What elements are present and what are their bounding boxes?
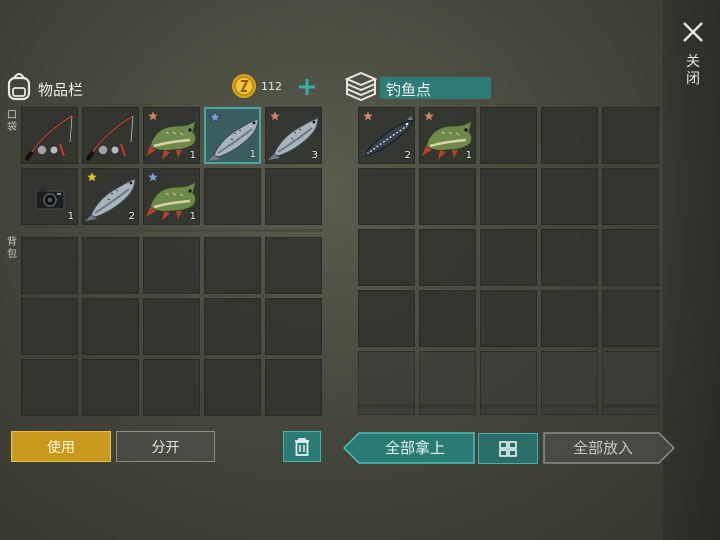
fishing-spot-slot[interactable] xyxy=(358,351,415,408)
bronze-star-icon xyxy=(362,110,374,122)
pocket-slot[interactable]: 1 xyxy=(204,107,261,164)
backpack-slot[interactable] xyxy=(143,298,200,355)
fishing-spot-slot xyxy=(419,405,476,415)
fishing-spot-slot[interactable]: 1 xyxy=(419,107,476,164)
fishing-spot-slot[interactable] xyxy=(541,229,598,286)
pocket-label: 口袋 xyxy=(7,110,17,133)
item-count: 1 xyxy=(67,211,74,222)
coin-count: 112 xyxy=(261,80,282,93)
backpack-slot[interactable] xyxy=(204,298,261,355)
pocket-slot[interactable] xyxy=(204,168,261,225)
fishing-spot-slot[interactable] xyxy=(602,229,659,286)
split-button[interactable]: 分开 xyxy=(116,431,215,462)
pocket-divider xyxy=(20,229,322,232)
backpack-label: 背包 xyxy=(7,237,17,260)
backpack-slot[interactable] xyxy=(265,359,322,416)
close-icon[interactable] xyxy=(681,20,705,44)
fishing-spot-slot[interactable] xyxy=(358,290,415,347)
blue-star-icon xyxy=(147,171,159,183)
fishing-spot-slot[interactable]: 2 xyxy=(358,107,415,164)
fishing-spot-slot[interactable] xyxy=(541,351,598,408)
backpack-slot[interactable] xyxy=(82,359,139,416)
delete-button[interactable] xyxy=(283,431,321,462)
fishing-spot-slot[interactable] xyxy=(480,229,537,286)
fishing-spot-slot[interactable] xyxy=(480,107,537,164)
fishing-spot-slot[interactable] xyxy=(541,107,598,164)
fishing-spot-slot[interactable] xyxy=(358,229,415,286)
use-button[interactable]: 使用 xyxy=(11,431,111,462)
put-all-button[interactable]: 全部放入 xyxy=(544,432,662,463)
fishing-spot-slot[interactable] xyxy=(358,168,415,225)
backpack-slot[interactable] xyxy=(21,237,78,294)
backpack-slot[interactable] xyxy=(21,298,78,355)
fishing-spot-slot[interactable] xyxy=(602,168,659,225)
backpack-slot[interactable] xyxy=(265,298,322,355)
gold-star-icon xyxy=(86,171,98,183)
sort-button[interactable] xyxy=(478,433,538,464)
backpack-slot[interactable] xyxy=(82,298,139,355)
inventory-title: 物品栏 xyxy=(38,81,84,99)
backpack-slot[interactable] xyxy=(143,359,200,416)
fishing-spot-slot[interactable] xyxy=(541,290,598,347)
fishing-spot-slot[interactable] xyxy=(419,229,476,286)
fishing-spot-slot xyxy=(602,405,659,415)
pocket-slot[interactable]: 3 xyxy=(265,107,322,164)
item-count: 2 xyxy=(404,150,411,161)
bronze-star-icon xyxy=(269,110,281,122)
pocket-slot[interactable]: 1 xyxy=(143,107,200,164)
fishing-rod-icon xyxy=(24,114,73,162)
pocket-slot[interactable]: 2 xyxy=(82,168,139,225)
add-coins-icon[interactable] xyxy=(298,78,316,96)
fishing-spot-title: 钓鱼点 xyxy=(386,81,432,99)
pocket-slot[interactable] xyxy=(265,168,322,225)
bronze-star-icon xyxy=(423,110,435,122)
close-label[interactable]: 关闭 xyxy=(684,54,702,88)
backpack-slot[interactable] xyxy=(21,359,78,416)
backpack-slot[interactable] xyxy=(204,237,261,294)
take-all-button[interactable]: 全部拿上 xyxy=(356,432,474,463)
coin-icon xyxy=(232,74,256,98)
fishing-spot-slot[interactable] xyxy=(480,351,537,408)
grid-icon xyxy=(499,440,517,457)
item-count: 1 xyxy=(189,211,196,222)
pocket-slot[interactable]: 1 xyxy=(143,168,200,225)
item-count: 3 xyxy=(311,150,318,161)
fishing-spot-slot[interactable] xyxy=(602,107,659,164)
bronze-star-icon xyxy=(147,110,159,122)
fishing-spot-slot[interactable] xyxy=(419,290,476,347)
backpack-slot[interactable] xyxy=(82,237,139,294)
fishing-spot-slot[interactable] xyxy=(480,290,537,347)
blue-star-icon xyxy=(209,111,221,123)
fishing-spot-slot[interactable] xyxy=(480,168,537,225)
fishing-spot-slot xyxy=(541,405,598,415)
backpack-slot[interactable] xyxy=(143,237,200,294)
pocket-slot[interactable] xyxy=(21,107,78,164)
fishing-spot-slot[interactable] xyxy=(602,290,659,347)
fishing-spot-slot[interactable] xyxy=(541,168,598,225)
fishing-spot-slot[interactable] xyxy=(602,351,659,408)
fishing-spot-slot xyxy=(358,405,415,415)
item-count: 1 xyxy=(189,150,196,161)
fishing-spot-slot[interactable] xyxy=(419,351,476,408)
item-count: 2 xyxy=(128,211,135,222)
storage-box-icon xyxy=(345,71,377,101)
backpack-slot[interactable] xyxy=(265,237,322,294)
fishing-spot-slot xyxy=(480,405,537,415)
item-count: 1 xyxy=(465,150,472,161)
backpack-icon xyxy=(7,73,31,101)
fishing-spot-slot[interactable] xyxy=(419,168,476,225)
item-count: 1 xyxy=(249,149,256,160)
pocket-slot[interactable] xyxy=(82,107,139,164)
fishing-rod-icon xyxy=(85,114,134,162)
trash-icon xyxy=(295,437,309,456)
backpack-slot[interactable] xyxy=(204,359,261,416)
pocket-slot[interactable]: 1 xyxy=(21,168,78,225)
